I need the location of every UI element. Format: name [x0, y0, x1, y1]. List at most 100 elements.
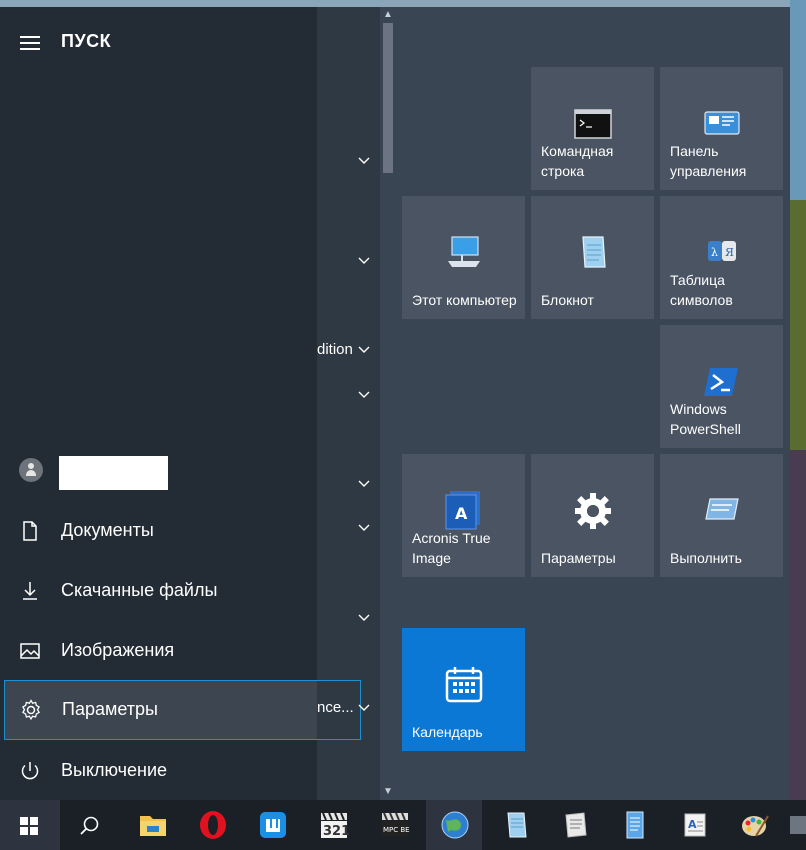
search-button[interactable] [62, 800, 118, 850]
document-editor-icon [565, 812, 587, 838]
taskbar-globe-browser[interactable] [426, 800, 482, 850]
chevron-down-icon[interactable] [357, 255, 371, 265]
start-title: ПУСК [61, 31, 112, 51]
search-icon [80, 816, 99, 835]
scroll-thumb[interactable] [383, 23, 393, 173]
tile-label: Выполнить [670, 550, 742, 566]
tile-calendar[interactable]: Календарь [402, 628, 525, 751]
tile-powershell[interactable]: Windows PowerShell [660, 325, 783, 448]
tile-label: Windows PowerShell [670, 401, 741, 437]
tile-acronis[interactable]: A Acronis True Image [402, 454, 525, 577]
rail-item-label: Параметры [62, 699, 158, 719]
opera-icon [200, 811, 226, 839]
rail-item-downloads[interactable]: Скачанные файлы [0, 564, 317, 620]
maxthon-icon [260, 812, 286, 838]
tile-label: Параметры [541, 550, 616, 566]
tile-label: Командная строка [541, 143, 614, 179]
tile-character-map[interactable]: λЯ Таблица символов [660, 196, 783, 319]
start-menu: ПУСК Документы Скачанные файлы Изображен… [0, 7, 790, 800]
user-account[interactable] [0, 450, 317, 494]
rail-item-label: Изображения [61, 640, 175, 660]
media-player-321-icon: 321 [321, 812, 349, 839]
rail-item-settings[interactable]: Параметры [4, 680, 361, 740]
taskbar-mpc-be[interactable]: MPC BE [366, 800, 422, 850]
tile-run[interactable]: Выполнить [660, 454, 783, 577]
file-explorer-icon [140, 816, 166, 836]
rail-item-power[interactable]: Выключение [0, 744, 317, 800]
tile-this-computer[interactable]: Этот компьютер [402, 196, 525, 319]
taskbar-wordpad[interactable]: A [666, 800, 722, 850]
tile-label: Календарь [412, 724, 483, 740]
notepad-icon [582, 236, 606, 268]
command-prompt-icon [574, 109, 612, 139]
tile-command-prompt[interactable]: Командная строка [531, 67, 654, 190]
taskbar-file-explorer[interactable] [124, 800, 180, 850]
computer-icon [448, 236, 480, 267]
chevron-down-icon[interactable] [357, 478, 371, 488]
player-label: 321 [323, 824, 349, 839]
scroll-down-icon[interactable]: ▼ [380, 784, 396, 800]
svg-text:A: A [688, 818, 697, 831]
app-list-item-edition[interactable]: dition [317, 341, 353, 358]
hamburger-menu-icon[interactable] [20, 36, 40, 50]
notepad-icon [507, 812, 527, 838]
desktop-top-edge [0, 0, 806, 7]
run-icon [705, 498, 739, 520]
rail-item-label: Скачанные файлы [61, 580, 218, 600]
acronis-icon: A [445, 491, 480, 530]
start-button[interactable] [0, 800, 60, 850]
mpc-be-icon: MPC BE [382, 812, 410, 836]
calendar-icon [445, 667, 483, 703]
chevron-down-icon[interactable] [357, 612, 371, 622]
tile-label: Этот компьютер [412, 292, 517, 308]
taskbar: 321 MPC BE A [0, 800, 806, 850]
svg-text:λ: λ [711, 246, 718, 259]
document-icon [23, 521, 37, 541]
taskbar-notes[interactable] [606, 800, 662, 850]
notes-icon [626, 811, 644, 839]
windows-start-icon [20, 817, 38, 835]
taskbar-document-editor[interactable] [546, 800, 602, 850]
tile-control-panel[interactable]: Панель управления [660, 67, 783, 190]
taskbar-media-player-321[interactable]: 321 [305, 800, 361, 850]
chevron-down-icon[interactable] [357, 344, 371, 354]
taskbar-opera[interactable] [184, 800, 240, 850]
avatar [19, 458, 43, 482]
power-icon [21, 762, 39, 780]
tile-label: Acronis True Image [412, 530, 491, 566]
tile-label: Таблица символов [670, 272, 733, 308]
download-icon [23, 582, 37, 600]
pictures-icon [20, 643, 40, 659]
gear-icon [22, 699, 40, 721]
taskbar-maxthon[interactable] [244, 800, 300, 850]
settings-icon [790, 816, 806, 834]
rail-item-documents[interactable]: Документы [0, 504, 317, 560]
taskbar-notepad[interactable] [486, 800, 542, 850]
tile-label: Блокнот [541, 292, 594, 308]
chevron-down-icon[interactable] [357, 155, 371, 165]
rail-item-pictures[interactable]: Изображения [0, 624, 317, 680]
svg-text:A: A [455, 504, 468, 523]
taskbar-paint[interactable] [726, 800, 782, 850]
taskbar-settings[interactable] [790, 800, 806, 850]
app-list-scrollbar[interactable]: ▲ ▼ [380, 7, 396, 800]
rail-item-label: Выключение [61, 760, 168, 780]
character-map-icon: λЯ [708, 241, 736, 261]
wordpad-icon: A [684, 813, 706, 837]
chevron-down-icon[interactable] [357, 522, 371, 532]
tile-notepad[interactable]: Блокнот [531, 196, 654, 319]
gear-icon [575, 493, 611, 529]
mpc-label: MPC BE [383, 826, 410, 834]
tile-settings[interactable]: Параметры [531, 454, 654, 577]
user-name [59, 456, 168, 490]
desktop-right-edge [790, 0, 806, 800]
svg-text:Я: Я [725, 246, 734, 259]
scroll-up-icon[interactable]: ▲ [380, 7, 396, 23]
control-panel-icon [704, 111, 740, 135]
tile-label: Панель управления [670, 143, 747, 179]
globe-browser-icon [441, 811, 469, 839]
paint-icon [742, 815, 769, 837]
chevron-down-icon[interactable] [357, 702, 371, 712]
rail-item-label: Документы [61, 520, 154, 540]
chevron-down-icon[interactable] [357, 389, 371, 399]
